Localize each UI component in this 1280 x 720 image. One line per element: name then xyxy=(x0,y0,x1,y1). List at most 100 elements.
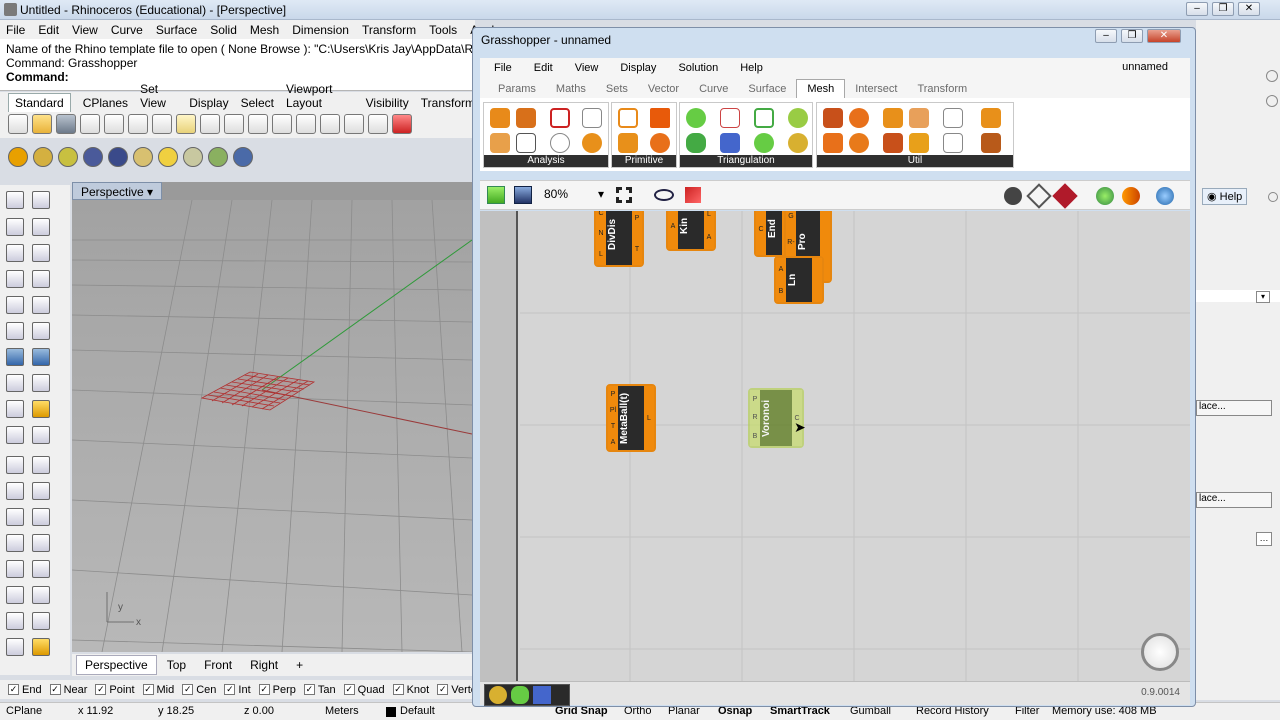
text-icon[interactable] xyxy=(6,508,24,526)
array-icon[interactable] xyxy=(6,534,24,552)
mesh-join-icon[interactable] xyxy=(823,133,843,153)
delete-faces-icon[interactable] xyxy=(883,108,903,128)
paste-icon[interactable] xyxy=(176,114,196,134)
open-file-icon[interactable] xyxy=(487,186,505,204)
polygon-icon[interactable] xyxy=(6,296,24,314)
vp-tab-top[interactable]: Top xyxy=(159,656,194,674)
voronoi-3d-icon[interactable] xyxy=(788,133,808,153)
voronoi-icon[interactable] xyxy=(720,133,740,153)
check-icon[interactable] xyxy=(6,612,24,630)
environment-icon[interactable] xyxy=(183,147,203,167)
osnap-tan[interactable]: ✓ Tan xyxy=(303,684,336,696)
preview-selected-icon[interactable] xyxy=(1096,187,1114,205)
facet-dome-icon[interactable] xyxy=(754,108,774,128)
mesh-brep-icon[interactable] xyxy=(618,133,638,153)
gh-menu-file[interactable]: File xyxy=(494,62,512,74)
gh-tab-sets[interactable]: Sets xyxy=(596,80,638,98)
sun-icon[interactable] xyxy=(158,147,178,167)
osnap-perp[interactable]: ✓ Perp xyxy=(258,684,296,696)
gear-icon[interactable] xyxy=(1268,192,1278,202)
menu-edit[interactable]: Edit xyxy=(38,23,59,37)
smooth-mesh-icon[interactable] xyxy=(909,133,929,153)
point-icon[interactable] xyxy=(32,191,50,209)
preview-mesh-icon[interactable] xyxy=(1156,187,1174,205)
status-layer[interactable]: Default xyxy=(400,705,435,717)
solver-timer-icon[interactable] xyxy=(1141,633,1179,671)
gh-menu-view[interactable]: View xyxy=(575,62,599,74)
distance-icon[interactable] xyxy=(32,560,50,578)
tab-set-view[interactable]: Set View xyxy=(140,80,177,112)
menu-solid[interactable]: Solid xyxy=(210,23,237,37)
tab-display[interactable]: Display xyxy=(189,94,228,112)
osnap-mid[interactable]: ✓ Mid xyxy=(142,684,174,696)
sphere-icon[interactable] xyxy=(32,348,50,366)
gh-menu-help[interactable]: Help xyxy=(740,62,763,74)
rectangle-icon[interactable] xyxy=(32,270,50,288)
gh-menu-solution[interactable]: Solution xyxy=(678,62,718,74)
close-button[interactable]: ✕ xyxy=(1238,2,1260,16)
convex-hull-icon[interactable] xyxy=(686,108,706,128)
blur-mesh-icon[interactable] xyxy=(823,108,843,128)
checkbox-icon[interactable]: ✓ xyxy=(142,684,154,695)
more-button[interactable]: … xyxy=(1256,532,1272,546)
tab-standard[interactable]: Standard xyxy=(8,93,71,112)
analyze-icon[interactable] xyxy=(32,612,50,630)
status-cplane[interactable]: CPlane xyxy=(6,705,42,717)
voronoi-icon[interactable] xyxy=(533,686,551,704)
gh-tab-mesh[interactable]: Mesh xyxy=(796,79,846,98)
preview-wire-icon[interactable] xyxy=(1026,183,1052,209)
zoom-selected-icon[interactable] xyxy=(344,114,364,134)
metaball-icon[interactable] xyxy=(788,108,808,128)
menu-surface[interactable]: Surface xyxy=(156,23,197,37)
open-icon[interactable] xyxy=(32,114,52,134)
delaunay-edges-icon[interactable] xyxy=(720,108,740,128)
deconstruct-mesh-icon[interactable] xyxy=(490,108,510,128)
status-units[interactable]: Meters xyxy=(325,705,359,717)
unify-mesh-icon[interactable] xyxy=(943,133,963,153)
mesh-split-icon[interactable] xyxy=(883,133,903,153)
osnap-end[interactable]: ✓ End xyxy=(8,684,42,696)
circle-icon[interactable] xyxy=(6,244,24,262)
gh-tab-surface[interactable]: Surface xyxy=(738,80,796,98)
replace-button-1[interactable]: lace... xyxy=(1196,400,1272,416)
exposed-points-icon[interactable] xyxy=(943,108,963,128)
pan-icon[interactable] xyxy=(224,114,244,134)
surface-edge-icon[interactable] xyxy=(32,322,50,340)
gh-close-button[interactable]: ✕ xyxy=(1147,29,1181,43)
viewport-layout-icon[interactable] xyxy=(368,114,388,134)
checkbox-icon[interactable]: ✓ xyxy=(49,684,61,695)
layer-icon[interactable] xyxy=(58,147,78,167)
gh-component-kinky[interactable]: A Kin LA xyxy=(666,211,716,251)
light-icon[interactable] xyxy=(133,147,153,167)
block-icon[interactable] xyxy=(32,586,50,604)
replace-button-2[interactable]: lace... xyxy=(1196,492,1272,508)
ellipse-icon[interactable] xyxy=(32,244,50,262)
minimize-button[interactable]: – xyxy=(1186,2,1208,16)
face-normals-icon[interactable] xyxy=(550,108,570,128)
chevron-down-icon[interactable]: ▾ xyxy=(147,185,153,199)
zoom-extents-icon[interactable] xyxy=(616,187,632,203)
home-icon[interactable] xyxy=(6,638,24,656)
gear-icon[interactable] xyxy=(1266,70,1278,82)
preview-off-icon[interactable] xyxy=(1004,187,1022,205)
gh-document-name[interactable]: unnamed xyxy=(1122,61,1168,73)
menu-mesh[interactable]: Mesh xyxy=(250,23,279,37)
select-arrow-icon[interactable] xyxy=(6,191,24,209)
osnap-point[interactable]: ✓ Point xyxy=(95,684,135,696)
checkbox-icon[interactable]: ✓ xyxy=(392,684,404,695)
mesh-shadow-icon[interactable] xyxy=(849,133,869,153)
osnap-quad[interactable]: ✓ Quad xyxy=(343,684,385,696)
proximity-icon[interactable] xyxy=(686,133,706,153)
gh-component-metaball[interactable]: P Pl T A MetaBall(t) L xyxy=(606,384,656,452)
tab-visibility[interactable]: Visibility xyxy=(366,94,409,112)
gh-tab-vector[interactable]: Vector xyxy=(638,80,689,98)
checkbox-icon[interactable]: ✓ xyxy=(258,684,270,695)
cut-icon[interactable] xyxy=(128,114,148,134)
ground-plane-icon[interactable] xyxy=(208,147,228,167)
grid-icon[interactable] xyxy=(6,586,24,604)
tab-select[interactable]: Select xyxy=(241,94,274,112)
vp-tab-perspective[interactable]: Perspective xyxy=(76,655,157,675)
osnap-knot[interactable]: ✓ Knot xyxy=(392,684,429,696)
menu-file[interactable]: File xyxy=(6,23,25,37)
rhino-render-icon[interactable] xyxy=(83,147,103,167)
